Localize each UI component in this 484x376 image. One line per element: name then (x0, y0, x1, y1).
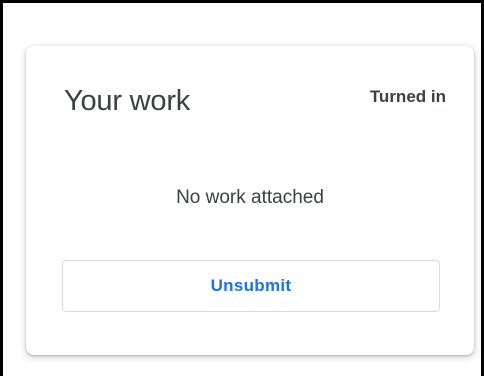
your-work-card: Your work Turned in No work attached Uns… (26, 46, 474, 355)
screen-frame: Your work Turned in No work attached Uns… (0, 0, 484, 376)
turned-in-status: Turned in (369, 87, 446, 106)
no-work-attached-message: No work attached (176, 187, 324, 208)
unsubmit-button[interactable]: Unsubmit (62, 260, 440, 312)
card-title: Your work (64, 85, 191, 117)
